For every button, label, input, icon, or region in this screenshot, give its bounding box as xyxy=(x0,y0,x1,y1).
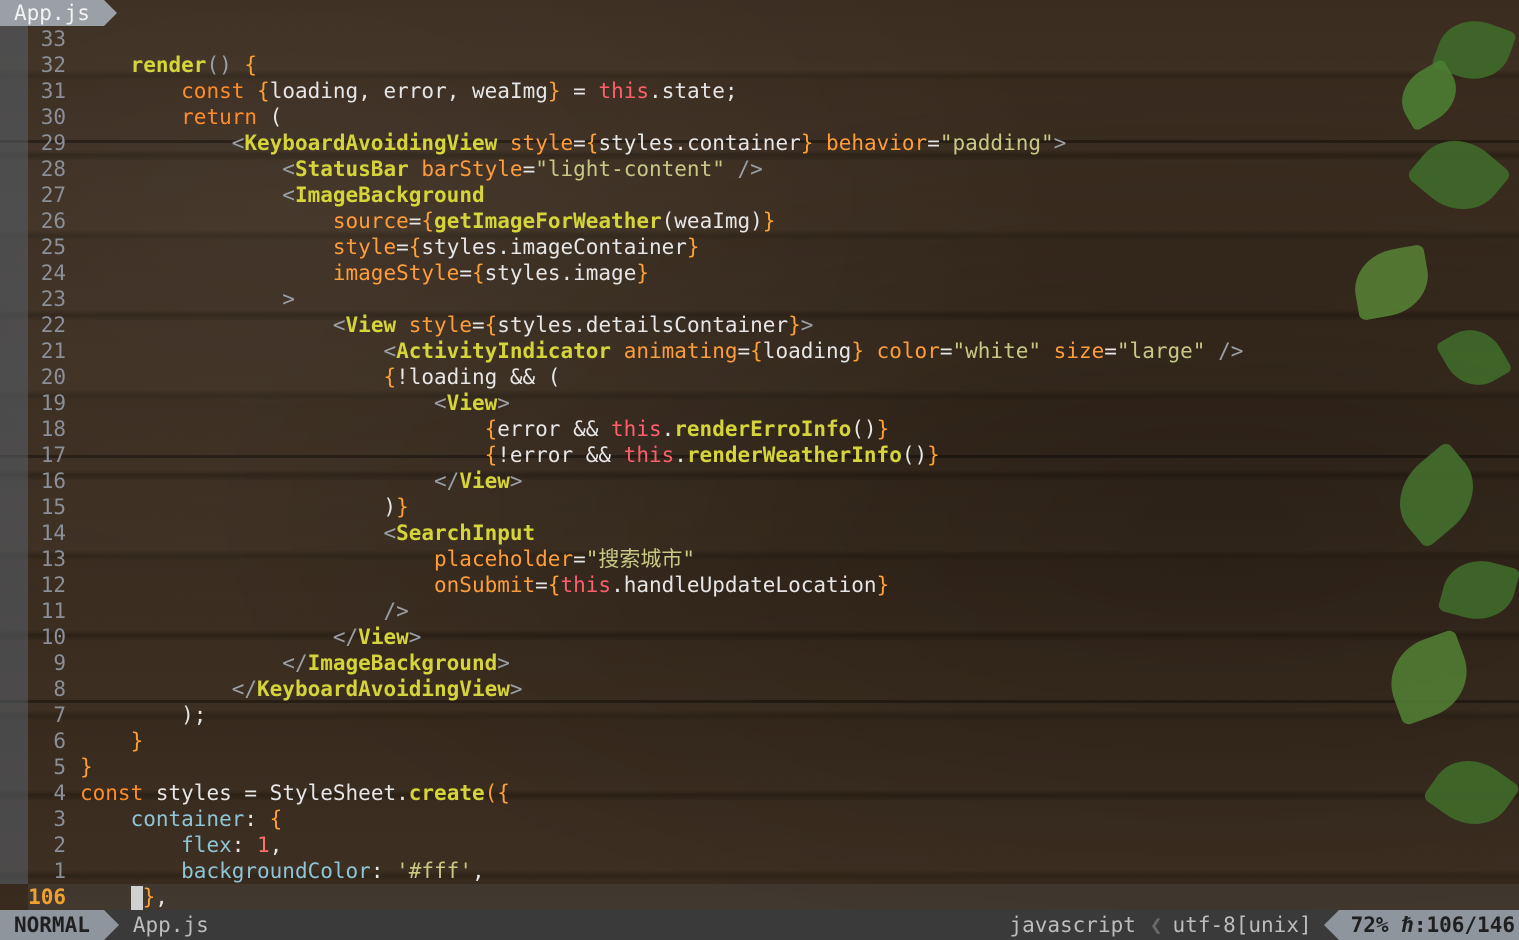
tabline: App.js xyxy=(0,0,117,26)
code-line: 12 onSubmit={this.handleUpdateLocation} xyxy=(40,573,890,597)
statusline-filename: App.js xyxy=(132,913,209,937)
code-line: 4 const styles = StyleSheet.create({ xyxy=(53,781,510,805)
tab-arrow xyxy=(103,0,117,26)
tab-app-js[interactable]: App.js xyxy=(0,0,104,26)
code-line: 7 ); xyxy=(53,703,207,727)
filetype-indicator: javascript xyxy=(1009,913,1136,937)
code-line: 11 /> xyxy=(40,599,409,623)
code-line: 14 <SearchInput xyxy=(40,521,536,545)
code-line: 21 <ActivityIndicator animating={loading… xyxy=(40,339,1244,363)
code-line: 32 render() { xyxy=(40,53,258,77)
code-line: 30 return ( xyxy=(40,105,283,129)
code-line: 1 backgroundColor: '#fff', xyxy=(53,859,485,883)
code-line: 9 </ImageBackground> xyxy=(53,651,510,675)
gutter-sign-column xyxy=(0,26,28,884)
mode-indicator: NORMAL xyxy=(0,910,104,940)
code-line: 29 <KeyboardAvoidingView style={styles.c… xyxy=(40,131,1067,155)
text-cursor xyxy=(130,886,143,910)
encoding-indicator: utf-8[unix] xyxy=(1172,913,1312,937)
code-line: 13 placeholder="搜索城市" xyxy=(40,547,696,571)
code-line-current: 106 }, xyxy=(28,884,1519,910)
code-line: 2 flex: 1, xyxy=(53,833,283,857)
code-line: 22 <View style={styles.detailsContainer}… xyxy=(40,313,814,337)
code-line: 15 )} xyxy=(40,495,409,519)
separator-chevron-icon: ❮ xyxy=(1149,913,1163,937)
code-line: 33 xyxy=(40,27,66,51)
code-line: 16 </View> xyxy=(40,469,523,493)
code-editor[interactable]: 33 32 render() { 31 const {loading, erro… xyxy=(28,26,1519,910)
code-line: 31 const {loading, error, weaImg} = this… xyxy=(40,79,738,103)
code-line: 25 style={styles.imageContainer} xyxy=(40,235,700,259)
code-line: 24 imageStyle={styles.image} xyxy=(40,261,649,285)
code-line: 23 > xyxy=(40,287,295,311)
code-line: 20 {!loading && ( xyxy=(40,365,561,389)
code-line: 10 </View> xyxy=(40,625,422,649)
code-line: 6 } xyxy=(53,729,144,753)
code-line: 3 container: { xyxy=(53,807,283,831)
mode-arrow xyxy=(103,910,119,940)
code-line: 5} xyxy=(53,755,93,779)
code-line: 26 source={getImageForWeather(weaImg)} xyxy=(40,209,776,233)
statusline: NORMAL App.js javascript ❮ utf-8[unix] 7… xyxy=(0,910,1519,940)
code-line: 18 {error && this.renderErroInfo()} xyxy=(40,417,890,441)
code-line: 27 <ImageBackground xyxy=(40,183,485,207)
code-line: 28 <StatusBar barStyle="light-content" /… xyxy=(40,157,763,181)
cursor-position: 72% ℏ:106/146 xyxy=(1338,910,1519,940)
code-line: 19 <View> xyxy=(40,391,510,415)
position-arrow xyxy=(1323,910,1339,940)
code-line: 17 {!error && this.renderWeatherInfo()} xyxy=(40,443,940,467)
code-line: 8 </KeyboardAvoidingView> xyxy=(53,677,523,701)
